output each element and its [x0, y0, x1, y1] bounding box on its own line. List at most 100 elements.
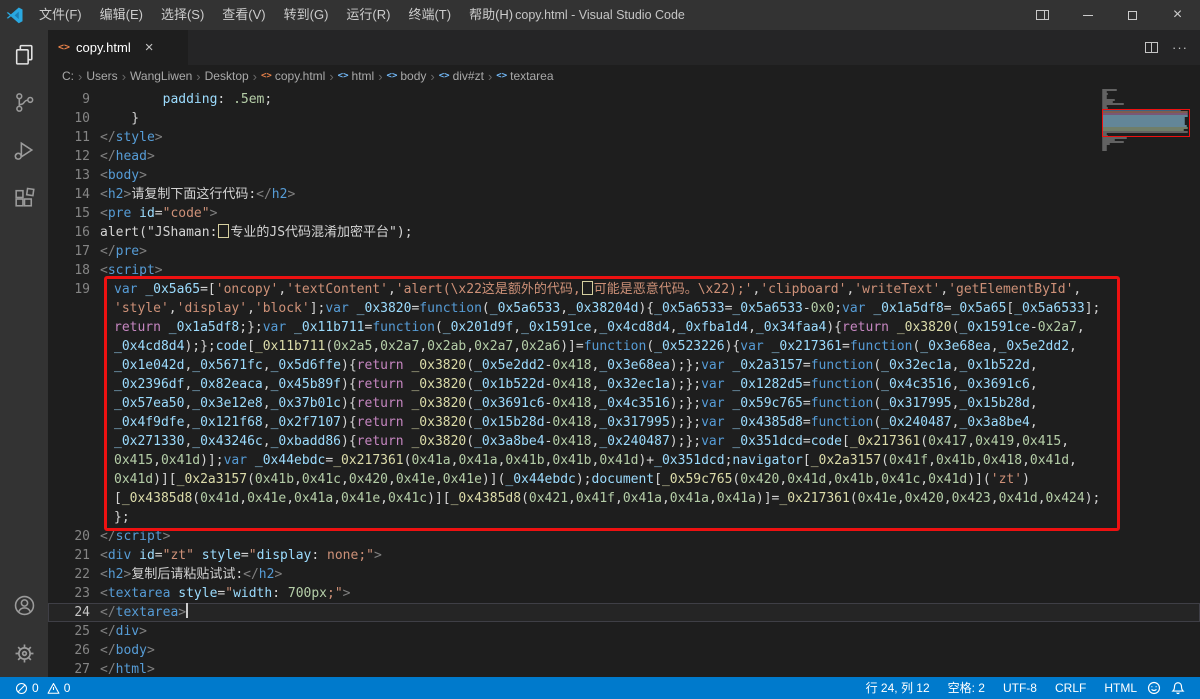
code-line[interactable]: 23<textarea style="width: 700px;"> [48, 584, 1200, 603]
code-text: <body> [90, 166, 147, 185]
code-line[interactable]: 0x41d)][_0x2a3157(0x41b,0x41c,0x420,0x41… [48, 470, 1200, 489]
minimap[interactable] [1102, 89, 1194, 151]
minimize-icon[interactable] [1065, 0, 1110, 30]
code-text: _0x1e042d,_0x5671fc,_0x5d6ffe){return _0… [90, 356, 1038, 375]
split-editor-icon[interactable] [1145, 42, 1158, 53]
code-line[interactable]: 18<script> [48, 261, 1200, 280]
notifications-bell-icon[interactable] [1166, 681, 1190, 695]
code-text: _0x4cd8d4);};code[_0x11b711(0x2a5,0x2a7,… [90, 337, 1077, 356]
breadcrumb-item[interactable]: C: [62, 69, 74, 83]
code-line[interactable]: 22<h2>复制后请粘贴试试:</h2> [48, 565, 1200, 584]
code-line[interactable]: _0x271330,_0x43246c,_0xbadd86){return _0… [48, 432, 1200, 451]
code-line[interactable]: 0x415,0x41d)];var _0x44ebdc=_0x217361(0x… [48, 451, 1200, 470]
breadcrumb-item[interactable]: WangLiwen [130, 69, 192, 83]
code-line[interactable]: 11</style> [48, 128, 1200, 147]
feedback-icon[interactable] [1142, 681, 1166, 695]
breadcrumb-item[interactable]: Users [86, 69, 117, 83]
menu-item[interactable]: 帮助(H) [460, 0, 522, 30]
minimap-line [1102, 149, 1107, 151]
status-cursor-position[interactable]: 行 24, 列 12 [861, 677, 935, 699]
source-control-icon[interactable] [0, 78, 48, 126]
line-number: 27 [48, 660, 90, 677]
code-line[interactable]: 24</textarea> [48, 603, 1200, 622]
code-text: </head> [90, 147, 155, 166]
editor[interactable]: 9 padding: .5em;10 }11</style>12</head>1… [48, 87, 1200, 677]
code-line[interactable]: 17</pre> [48, 242, 1200, 261]
breadcrumb-label: textarea [510, 69, 553, 83]
line-number: 12 [48, 147, 90, 166]
breadcrumb-item[interactable]: <>copy.html [261, 69, 325, 83]
chevron-right-icon: › [378, 69, 382, 84]
code-line[interactable]: 13<body> [48, 166, 1200, 185]
activity-bar [0, 30, 48, 677]
chevron-right-icon: › [253, 69, 257, 84]
line-number: 22 [48, 565, 90, 584]
status-encoding[interactable]: UTF-8 [998, 677, 1042, 699]
code-line[interactable]: _0x1e042d,_0x5671fc,_0x5d6ffe){return _0… [48, 356, 1200, 375]
menu-item[interactable]: 文件(F) [30, 0, 91, 30]
code-text: <div id="zt" style="display: none;"> [90, 546, 382, 565]
code-line[interactable]: 19var _0x5a65=['oncopy','textContent','a… [48, 280, 1200, 299]
breadcrumb-label: body [400, 69, 426, 83]
menu-item[interactable]: 运行(R) [337, 0, 399, 30]
breadcrumb-label: div#zt [453, 69, 484, 83]
titlebar: 文件(F)编辑(E)选择(S)查看(V)转到(G)运行(R)终端(T)帮助(H)… [0, 0, 1200, 30]
customize-layout-icon[interactable] [1020, 0, 1065, 30]
tab-close-icon[interactable]: × [145, 40, 154, 55]
code-line[interactable]: 12</head> [48, 147, 1200, 166]
code-line[interactable]: 'style','display','block'];var _0x3820=f… [48, 299, 1200, 318]
account-icon[interactable] [0, 581, 48, 629]
menu-item[interactable]: 转到(G) [275, 0, 338, 30]
settings-gear-icon[interactable] [0, 629, 48, 677]
code-line[interactable]: 9 padding: .5em; [48, 90, 1200, 109]
element-icon: <> [387, 71, 398, 81]
menu-item[interactable]: 编辑(E) [91, 0, 152, 30]
line-number: 16 [48, 223, 90, 242]
code-line[interactable]: _0x57ea50,_0x3e12e8,_0x37b01c){return _0… [48, 394, 1200, 413]
breadcrumb-item[interactable]: <>body [387, 69, 427, 83]
code-line[interactable]: 26</body> [48, 641, 1200, 660]
breadcrumb-item[interactable]: <>div#zt [439, 69, 484, 83]
tab-copy-html[interactable]: <> copy.html × [48, 30, 188, 65]
code-line[interactable]: 20</script> [48, 527, 1200, 546]
editor-group: <> copy.html × ··· C:›Users›WangLiwen›De… [48, 30, 1200, 677]
status-language-mode[interactable]: HTML [1099, 677, 1142, 699]
html-file-icon: <> [58, 42, 70, 53]
code-text: var _0x5a65=['oncopy','textContent','ale… [90, 280, 1081, 299]
code-line[interactable]: 21<div id="zt" style="display: none;"> [48, 546, 1200, 565]
menu-item[interactable]: 查看(V) [213, 0, 274, 30]
code-line[interactable]: 25</div> [48, 622, 1200, 641]
code-text: <script> [90, 261, 163, 280]
code-line[interactable]: }; [48, 508, 1200, 527]
code-line[interactable]: _0x2396df,_0x82eaca,_0x45b89f){return _0… [48, 375, 1200, 394]
status-right-items: 行 24, 列 12 空格: 2 UTF-8 CRLF HTML [861, 677, 1142, 699]
code-line[interactable]: return _0x1a5df8;};var _0x11b711=functio… [48, 318, 1200, 337]
code-line[interactable]: 27</html> [48, 660, 1200, 677]
breadcrumb-item[interactable]: Desktop [205, 69, 249, 83]
code-line[interactable]: 14<h2>请复制下面这行代码:</h2> [48, 185, 1200, 204]
status-indentation[interactable]: 空格: 2 [943, 677, 990, 699]
menu-item[interactable]: 终端(T) [399, 0, 460, 30]
code-text: padding: .5em; [90, 90, 272, 109]
more-actions-icon[interactable]: ··· [1172, 40, 1188, 55]
code-line[interactable]: [_0x4385d8(0x41d,0x41e,0x41a,0x41e,0x41c… [48, 489, 1200, 508]
code-line[interactable]: _0x4f9dfe,_0x121f68,_0x2f7107){return _0… [48, 413, 1200, 432]
status-eol[interactable]: CRLF [1050, 677, 1091, 699]
close-icon[interactable]: × [1155, 0, 1200, 30]
maximize-icon[interactable] [1110, 0, 1155, 30]
menu-item[interactable]: 选择(S) [152, 0, 213, 30]
extensions-icon[interactable] [0, 174, 48, 222]
code-line[interactable]: 16alert("JShaman:专业的JS代码混淆加密平台"); [48, 223, 1200, 242]
line-number: 20 [48, 527, 90, 546]
explorer-icon[interactable] [0, 30, 48, 78]
code-line[interactable]: 15<pre id="code"> [48, 204, 1200, 223]
run-and-debug-icon[interactable] [0, 126, 48, 174]
breadcrumb-item[interactable]: <>html [338, 69, 375, 83]
code-line[interactable]: 10 } [48, 109, 1200, 128]
code-text: _0x271330,_0x43246c,_0xbadd86){return _0… [90, 432, 1069, 451]
vscode-logo-icon[interactable] [0, 0, 30, 30]
breadcrumb-label: html [352, 69, 375, 83]
code-line[interactable]: _0x4cd8d4);};code[_0x11b711(0x2a5,0x2a7,… [48, 337, 1200, 356]
status-problems[interactable]: 0 0 [10, 677, 75, 699]
breadcrumb-item[interactable]: <>textarea [496, 69, 553, 83]
